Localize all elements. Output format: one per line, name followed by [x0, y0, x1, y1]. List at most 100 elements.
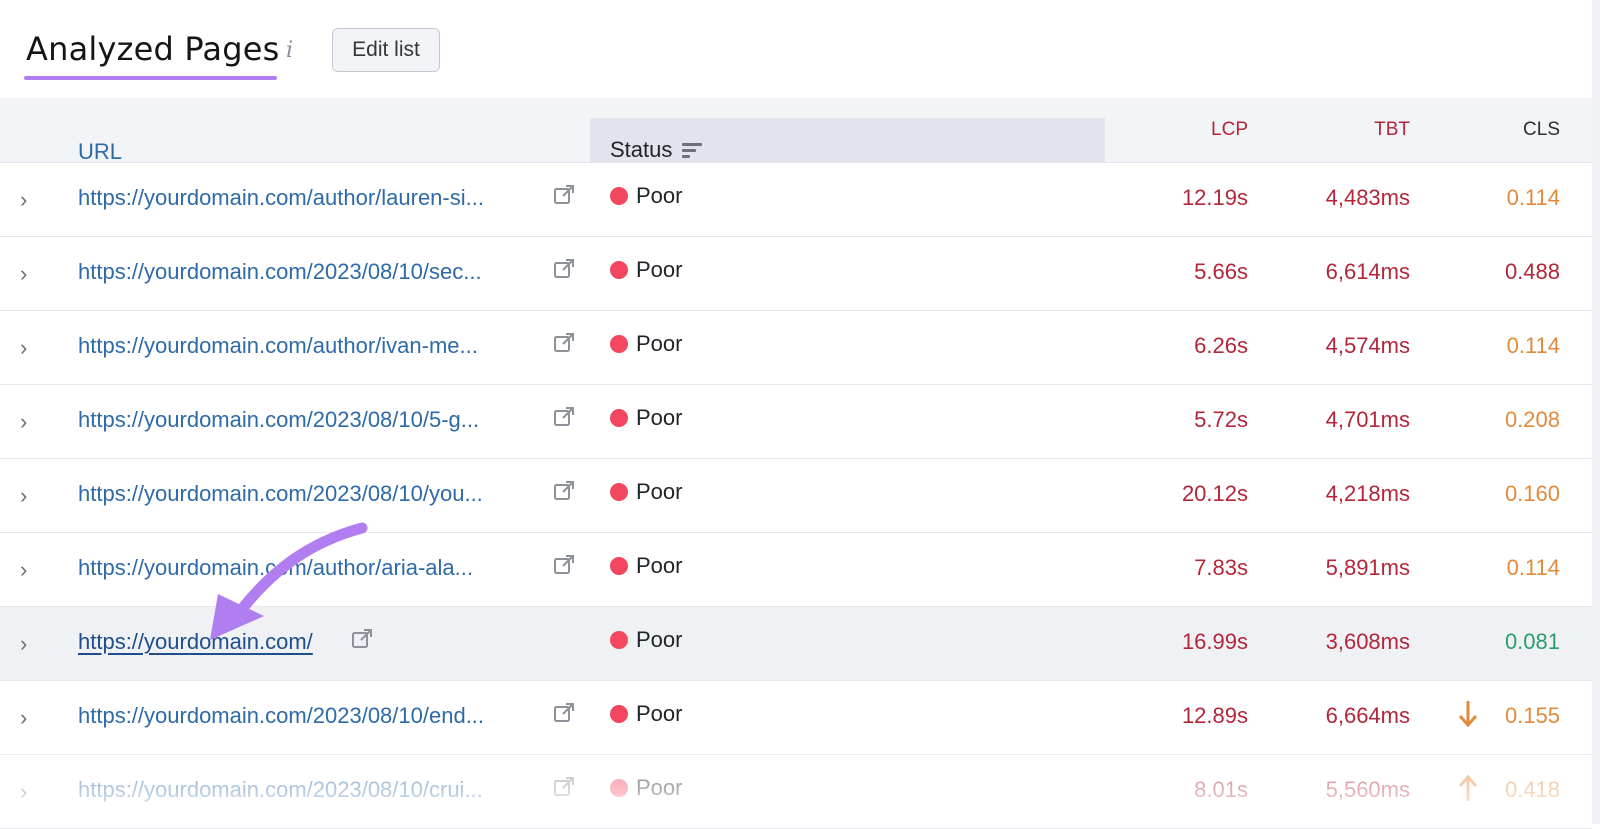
tbt-value: 5,891ms [1325, 555, 1410, 580]
external-link-icon[interactable] [552, 405, 576, 429]
chevron-right-icon[interactable]: › [20, 483, 40, 508]
table-row[interactable]: › https://yourdomain.com/2023/08/10/sec..… [0, 237, 1592, 311]
lcp-value: 20.12s [1181, 481, 1248, 506]
chevron-right-icon[interactable]: › [20, 261, 40, 286]
lcp-value: 8.01s [1194, 777, 1248, 802]
cls-value: 0.081 [1504, 629, 1560, 654]
status-dot-icon [610, 335, 628, 353]
status-dot-icon [610, 705, 628, 723]
external-link-icon[interactable] [552, 479, 576, 503]
page-url-link[interactable]: https://yourdomain.com/2023/08/10/sec... [78, 259, 482, 285]
chevron-right-icon[interactable]: › [20, 779, 40, 804]
title-underline [24, 76, 277, 80]
external-link-icon[interactable] [552, 775, 576, 799]
external-link-icon[interactable] [552, 701, 576, 725]
page-url-link[interactable]: https://yourdomain.com/2023/08/10/5-g... [78, 407, 479, 433]
column-header-status-label: Status [610, 137, 673, 162]
lcp-value: 7.83s [1194, 555, 1248, 580]
status-cell: Poor [610, 257, 682, 283]
info-icon[interactable]: i [286, 38, 293, 63]
table-row[interactable]: › https://yourdomain.com/2023/08/10/end..… [0, 681, 1592, 755]
column-header-tbt[interactable]: TBT [1248, 98, 1410, 162]
status-dot-icon [610, 557, 628, 575]
status-label: Poor [636, 331, 683, 356]
tbt-value: 5,560ms [1325, 777, 1410, 802]
scrollbar-track[interactable] [1592, 0, 1600, 824]
page-url-link[interactable]: https://yourdomain.com/2023/08/10/end... [78, 703, 484, 729]
tbt-value: 4,483ms [1325, 185, 1410, 210]
tbt-value: 4,701ms [1325, 407, 1410, 432]
status-label: Poor [636, 701, 683, 726]
status-dot-icon [610, 483, 628, 501]
status-cell: Poor [610, 553, 682, 579]
tbt-value: 4,218ms [1325, 481, 1410, 506]
status-cell: Poor [610, 331, 682, 357]
table-row[interactable]: › https://yourdomain.com/author/lauren-si… [0, 163, 1592, 237]
lcp-value: 12.19s [1181, 185, 1248, 210]
page-title: Analyzed Pages [26, 30, 280, 68]
lcp-value: 16.99s [1181, 629, 1248, 654]
column-header-lcp[interactable]: LCP [1105, 98, 1248, 162]
external-link-icon[interactable] [552, 553, 576, 577]
external-link-icon[interactable] [552, 257, 576, 281]
lcp-value: 12.89s [1181, 703, 1248, 728]
status-dot-icon [610, 779, 628, 797]
tbt-value: 6,614ms [1325, 259, 1410, 284]
tbt-value: 4,574ms [1325, 333, 1410, 358]
status-cell: Poor [610, 701, 682, 727]
status-cell: Poor [610, 405, 682, 431]
status-cell: Poor [610, 479, 682, 505]
status-cell: Poor [610, 775, 682, 801]
cls-value: 0.208 [1504, 407, 1560, 432]
cls-value: 0.114 [1506, 333, 1560, 358]
cls-value: 0.114 [1506, 185, 1560, 210]
table-row[interactable]: › https://yourdomain.com/2023/08/10/crui.… [0, 755, 1592, 829]
chevron-right-icon[interactable]: › [20, 335, 40, 360]
table-row[interactable]: › https://yourdomain.com/author/ivan-me..… [0, 311, 1592, 385]
status-label: Poor [636, 405, 683, 430]
chevron-right-icon[interactable]: › [20, 187, 40, 212]
cls-value: 0.155 [1504, 703, 1560, 728]
status-label: Poor [636, 183, 683, 208]
status-label: Poor [636, 553, 683, 578]
chevron-right-icon[interactable]: › [20, 631, 40, 656]
status-label: Poor [636, 627, 683, 652]
lcp-value: 5.72s [1194, 407, 1248, 432]
external-link-icon[interactable] [552, 183, 576, 207]
page-url-link[interactable]: https://yourdomain.com/author/ivan-me... [78, 333, 478, 359]
page-url-link[interactable]: https://yourdomain.com/author/lauren-si.… [78, 185, 484, 211]
chevron-right-icon[interactable]: › [20, 705, 40, 730]
arrow-down-icon [1456, 699, 1480, 729]
table-row[interactable]: › https://yourdomain.com/2023/08/10/5-g..… [0, 385, 1592, 459]
cls-value: 0.114 [1506, 555, 1560, 580]
status-label: Poor [636, 479, 683, 504]
tbt-value: 3,608ms [1325, 629, 1410, 654]
status-dot-icon [610, 631, 628, 649]
table-header: URL Status LCP TBT CLS [0, 98, 1592, 182]
chevron-right-icon[interactable]: › [20, 409, 40, 434]
sort-icon[interactable] [682, 142, 703, 158]
external-link-icon[interactable] [552, 331, 576, 355]
cls-value: 0.418 [1504, 777, 1560, 802]
page-url-link[interactable]: https://yourdomain.com/2023/08/10/you... [78, 481, 483, 507]
annotation-arrow [210, 522, 368, 640]
cls-value: 0.488 [1504, 259, 1560, 284]
status-cell: Poor [610, 627, 682, 653]
status-cell: Poor [610, 183, 682, 209]
lcp-value: 5.66s [1194, 259, 1248, 284]
status-label: Poor [636, 257, 683, 282]
cls-value: 0.160 [1504, 481, 1560, 506]
column-header-cls[interactable]: CLS [1410, 98, 1560, 162]
table-body: › https://yourdomain.com/author/lauren-si… [0, 163, 1592, 829]
page-url-link[interactable]: https://yourdomain.com/2023/08/10/crui..… [78, 777, 483, 803]
arrow-up-icon [1456, 773, 1480, 803]
page-header: Analyzed Pages i Edit list [0, 0, 1600, 98]
tbt-value: 6,664ms [1325, 703, 1410, 728]
edit-list-button[interactable]: Edit list [332, 28, 440, 72]
status-dot-icon [610, 409, 628, 427]
status-dot-icon [610, 261, 628, 279]
status-dot-icon [610, 187, 628, 205]
status-label: Poor [636, 775, 683, 800]
chevron-right-icon[interactable]: › [20, 557, 40, 582]
lcp-value: 6.26s [1194, 333, 1248, 358]
